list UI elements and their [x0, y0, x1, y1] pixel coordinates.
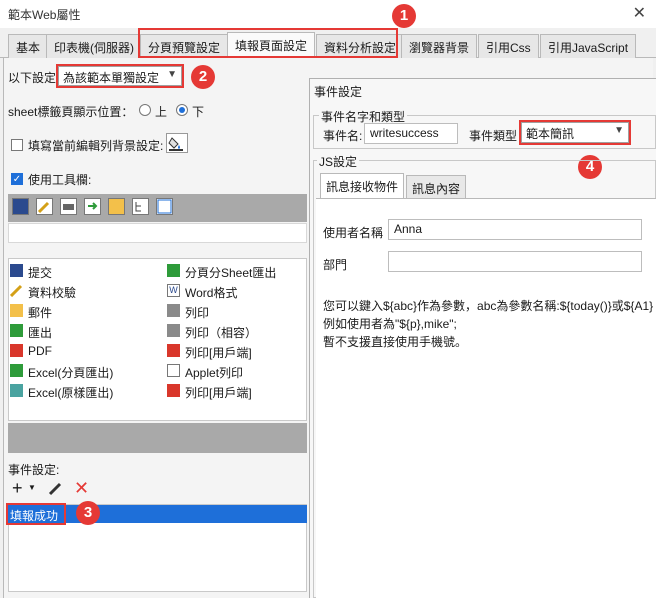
pencil-icon[interactable]: [36, 198, 53, 215]
js-group-label: JS設定: [317, 153, 360, 170]
chevron-down-icon: ▼: [614, 125, 624, 136]
tab-fill-page[interactable]: 填報頁面設定: [227, 32, 316, 59]
tab-browser-bg[interactable]: 瀏覽器背景: [401, 34, 478, 58]
list-item-label: Word格式: [185, 286, 238, 300]
excel-icon: [10, 364, 23, 377]
word-icon: W: [167, 284, 180, 297]
list-item-label: Applet列印: [185, 366, 244, 380]
paint-bucket-icon[interactable]: [166, 133, 188, 153]
printer-icon: [167, 304, 180, 317]
list-item-label: Excel(分頁匯出): [28, 366, 114, 380]
event-type-select[interactable]: 範本簡訊 ▼: [521, 122, 629, 143]
hint-line-2: 例如使用者為"${p},mike";: [323, 317, 457, 331]
add-icon[interactable]: +: [12, 478, 23, 499]
tab-basic[interactable]: 基本: [8, 34, 49, 58]
excel-icon: [167, 264, 180, 277]
mail-icon: [10, 304, 23, 317]
window-icon[interactable]: [156, 198, 173, 215]
event-name-input[interactable]: writesuccess: [364, 123, 458, 144]
close-icon[interactable]: ✕: [633, 3, 646, 23]
event-item-selected[interactable]: 填報成功: [8, 505, 307, 523]
sheet-top-radio[interactable]: [139, 104, 151, 116]
dialog-title: 事件設定: [314, 85, 363, 99]
pdf-icon: [10, 344, 23, 357]
tab-content[interactable]: 訊息內容: [406, 175, 467, 198]
edit-row-bg-checkbox[interactable]: [11, 139, 23, 151]
use-toolbar-label: 使用工具欄:: [28, 173, 92, 187]
title-bar: 範本Web屬性 ✕: [0, 0, 656, 28]
hint-line-3: 暫不支援直接使用手機號。: [323, 335, 468, 349]
sheet-bottom-label: 下: [192, 105, 205, 119]
tab-printer-server[interactable]: 印表機(伺服器): [46, 34, 142, 58]
sheet-position-label: sheet標籤頁顯示位置：: [8, 105, 134, 119]
badge-2: 2: [191, 65, 215, 89]
printer-icon[interactable]: [60, 198, 77, 215]
excel-icon: [10, 384, 23, 397]
user-input[interactable]: Anna: [388, 219, 642, 240]
event-type-label: 事件類型: [469, 129, 518, 143]
sheet-top-label: 上: [155, 105, 168, 119]
toolbar-blank-row: [8, 223, 307, 243]
tab-javascript[interactable]: 引用JavaScript: [540, 34, 637, 58]
applet-icon: [167, 364, 180, 377]
tree-icon[interactable]: [132, 198, 149, 215]
list-item-label: 提交: [28, 266, 53, 280]
list-item-label: 列印（相容）: [185, 326, 258, 340]
chevron-down-icon[interactable]: ▼: [28, 483, 36, 492]
event-name-label: 事件名:: [323, 129, 363, 143]
scope-label: 以下設定: [8, 71, 57, 85]
list-item-label: Excel(原樣匯出): [28, 386, 114, 400]
list-footer-bar: [8, 423, 307, 453]
badge-3: 3: [76, 501, 100, 525]
main-tabs: 基本 印表機(伺服器) 分頁預覽設定 填報頁面設定 資料分析設定 瀏覽器背景 引…: [0, 30, 656, 59]
tab-page-preview[interactable]: 分頁預覽設定: [140, 34, 229, 58]
tab-receiver[interactable]: 訊息接收物件: [320, 173, 405, 198]
pencil-icon: [9, 284, 23, 298]
event-item-label: 填報成功: [10, 509, 59, 523]
export-icon[interactable]: [84, 198, 101, 215]
list-item-label: 列印[用戶端]: [185, 386, 252, 400]
edit-icon[interactable]: [48, 480, 64, 496]
list-item-label: 匯出: [28, 326, 53, 340]
dept-label: 部門: [323, 258, 348, 272]
event-type-value: 範本簡訊: [526, 127, 575, 141]
use-toolbar-checkbox[interactable]: ✓: [11, 173, 23, 185]
mail-icon[interactable]: [108, 198, 125, 215]
user-label: 使用者名稱: [323, 226, 384, 240]
tab-css[interactable]: 引用Css: [478, 34, 539, 58]
save-icon: [10, 264, 23, 277]
list-item-label: 列印[用戶端]: [185, 346, 252, 360]
print-client-icon: [167, 344, 180, 357]
pdf-icon: [167, 384, 180, 397]
chevron-down-icon: ▼: [167, 69, 177, 80]
hint-line-1: 您可以鍵入${abc}作為參數，abc為參數名稱:${today()}或${A1…: [323, 299, 654, 313]
scope-value: 為該範本單獨設定: [63, 71, 160, 85]
export-icon: [10, 324, 23, 337]
list-item-label: 列印: [185, 306, 210, 320]
scope-select[interactable]: 為該範本單獨設定 ▼: [58, 66, 182, 86]
delete-icon[interactable]: ✕: [74, 478, 89, 499]
list-item-label: 分頁分Sheet匯出: [185, 266, 277, 280]
badge-1: 1: [392, 4, 416, 28]
list-item-label: 資料校驗: [28, 286, 77, 300]
list-item-label: PDF: [28, 344, 52, 358]
sheet-bottom-radio[interactable]: [176, 104, 188, 116]
events-label: 事件設定:: [8, 463, 60, 477]
list-item-label: 郵件: [28, 306, 53, 320]
dept-input[interactable]: [388, 251, 642, 272]
edit-row-bg-label: 填寫當前編輯列背景設定:: [28, 139, 164, 153]
save-icon[interactable]: [12, 198, 29, 215]
printer-icon: [167, 324, 180, 337]
tab-data-analysis[interactable]: 資料分析設定: [316, 34, 405, 58]
window-title: 範本Web屬性: [8, 8, 81, 22]
